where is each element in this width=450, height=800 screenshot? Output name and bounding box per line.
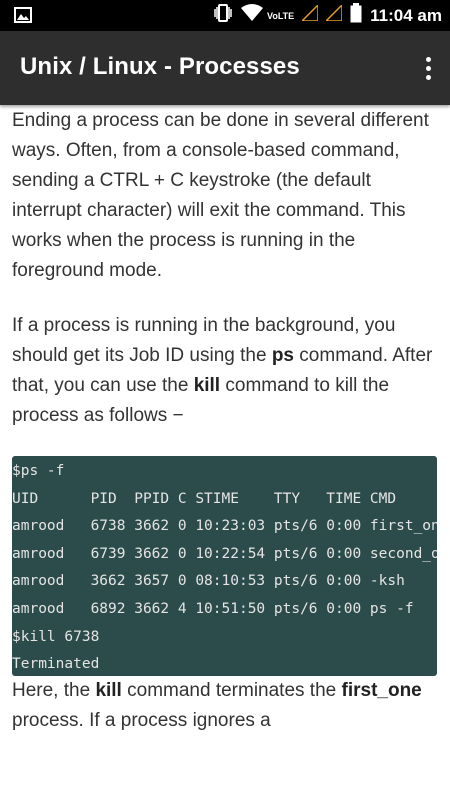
vibrate-icon [213, 4, 233, 27]
signal-icon-2 [324, 3, 343, 26]
code-line: amrood 6738 3662 0 10:23:03 pts/6 0:00 f… [12, 518, 437, 535]
keyword-kill: kill [193, 375, 221, 396]
code-line: amrood 6739 3662 0 10:22:54 pts/6 0:00 s… [12, 545, 437, 562]
paragraph-background-process: If a process is running in the backgroun… [12, 311, 442, 431]
app-bar: Unix / Linux - Processes [0, 31, 450, 105]
code-line: $ps -f [12, 463, 65, 479]
code-line: Terminated [12, 656, 100, 673]
code-block: $ps -f UID PID PPID C STIME TTY TIME CMD… [12, 456, 437, 676]
battery-icon [350, 3, 362, 28]
wifi-icon [240, 4, 263, 27]
status-bar: VoLTE 11:04 am [0, 0, 450, 31]
overflow-menu-icon[interactable] [418, 51, 438, 85]
gallery-icon [14, 7, 32, 28]
article-body: Ending a process can be done in several … [12, 106, 442, 431]
text: command terminates the [121, 680, 342, 701]
code-line: $kill 6738 [12, 628, 100, 645]
keyword-ps: ps [271, 345, 295, 366]
clock: 11:04 am [370, 5, 442, 25]
page-title: Unix / Linux - Processes [20, 53, 300, 80]
paragraph-kill-result: Here, the kill command terminates the fi… [12, 676, 442, 736]
signal-icon [300, 3, 319, 26]
text: process. If a process ignores a [12, 710, 271, 731]
code-line: UID PID PPID C STIME TTY TIME CMD [12, 490, 397, 507]
keyword-first-one: first_one [341, 680, 422, 701]
volte-label: VoLTE [266, 10, 295, 21]
code-line: amrood 6892 3662 4 10:51:50 pts/6 0:00 p… [12, 600, 414, 617]
keyword-kill: kill [95, 680, 122, 701]
paragraph-ending-process: Ending a process can be done in several … [12, 110, 429, 281]
code-line: amrood 3662 3657 0 08:10:53 pts/6 0:00 -… [12, 573, 405, 590]
text: Here, the [12, 680, 96, 701]
